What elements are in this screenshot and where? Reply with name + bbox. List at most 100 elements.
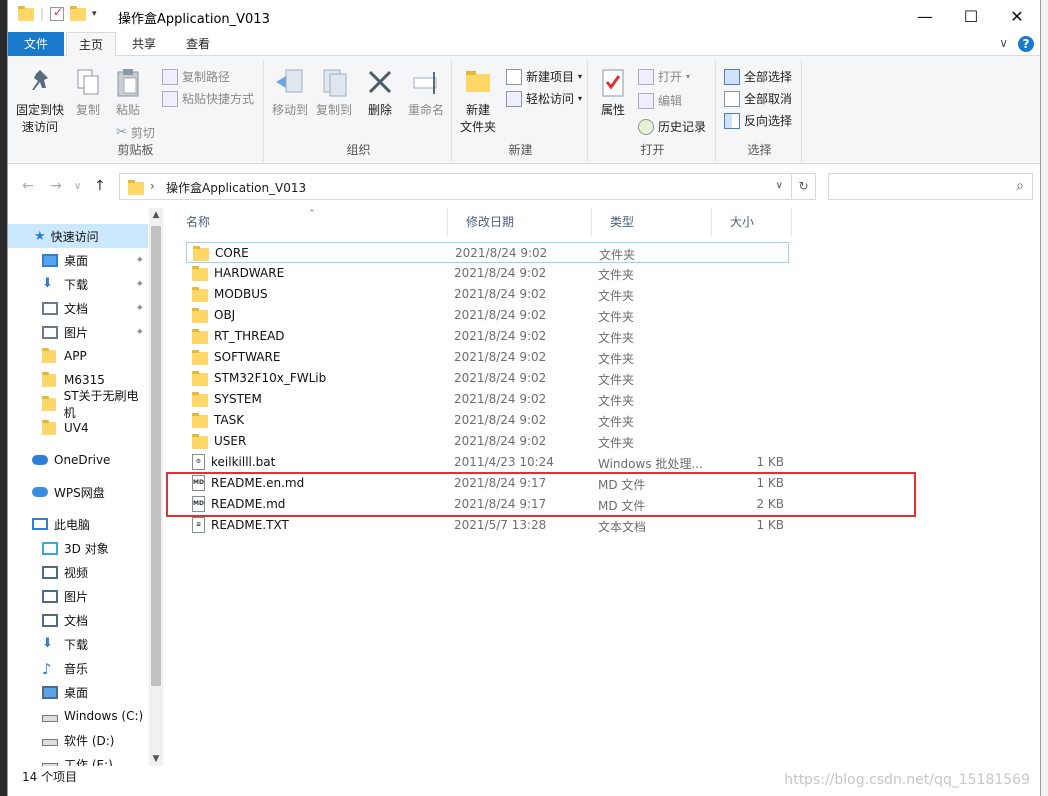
breadcrumb[interactable]: 操作盒Application_V013 — [166, 179, 306, 196]
select-all-icon — [724, 68, 740, 85]
copy-path-button[interactable]: 复制路径 — [162, 68, 230, 85]
nav-item[interactable]: UV4 — [8, 416, 148, 440]
history-button[interactable]: 历史记录 — [638, 118, 706, 135]
nav-onedrive[interactable]: OneDrive — [8, 448, 148, 472]
back-button[interactable]: ← — [22, 178, 34, 194]
file-row[interactable]: ≡ README.TXT 2021/5/7 13:28 文本文档 1 KB — [186, 515, 789, 536]
maximize-button[interactable]: ☐ — [948, 0, 994, 32]
tab-share[interactable]: 共享 — [118, 32, 170, 56]
nav-item[interactable]: 桌面 ✦ — [8, 248, 148, 272]
nav-scrollbar[interactable]: ▲ ▼ — [149, 208, 163, 766]
nav-pc-item[interactable]: 工作 (E:) — [8, 752, 148, 766]
file-row[interactable]: SYSTEM 2021/8/24 9:02 文件夹 — [186, 389, 789, 410]
pin-icon[interactable]: ✦ — [136, 327, 144, 338]
properties-check-icon[interactable]: ✓ — [50, 5, 65, 21]
folder-icon — [192, 350, 208, 365]
scroll-thumb[interactable] — [151, 226, 161, 686]
nav-item[interactable]: ST关于无刷电机 — [8, 389, 148, 420]
copy-to-label: 复制到 — [315, 103, 352, 117]
nav-label: M6315 — [64, 373, 105, 387]
nav-pc-item[interactable]: 软件 (D:) — [8, 728, 148, 752]
select-all-button[interactable]: 全部选择 — [724, 68, 792, 85]
new-item-icon — [506, 68, 522, 85]
nav-pc-item[interactable]: 文档 — [8, 608, 148, 632]
paste-shortcut-button[interactable]: 粘贴快捷方式 — [162, 90, 254, 107]
select-none-button[interactable]: 全部取消 — [724, 90, 792, 107]
tab-view[interactable]: 查看 — [172, 32, 224, 56]
pin-icon[interactable]: ✦ — [136, 303, 144, 314]
nav-wps-cloud[interactable]: WPS网盘 — [8, 480, 148, 504]
properties-button[interactable]: 属性 — [596, 66, 630, 119]
group-label-select: 选择 — [747, 143, 772, 157]
file-row[interactable]: TASK 2021/8/24 9:02 文件夹 — [186, 410, 789, 431]
nav-item[interactable]: 文档 ✦ — [8, 296, 148, 320]
nav-item[interactable]: ⬇ 下载 ✦ — [8, 272, 148, 296]
refresh-button[interactable]: ↻ — [792, 173, 816, 200]
file-row[interactable]: OBJ 2021/8/24 9:02 文件夹 — [186, 305, 789, 326]
paste-label: 粘贴 — [115, 103, 140, 117]
move-to-button[interactable]: 移动到 — [270, 66, 310, 119]
file-name-cell: USER — [192, 433, 246, 449]
search-input[interactable]: ⌕ — [828, 173, 1033, 200]
nav-this-pc[interactable]: 此电脑 — [8, 512, 148, 536]
nav-pc-item[interactable]: ⬇ 下载 — [8, 632, 148, 656]
file-row[interactable]: MODBUS 2021/8/24 9:02 文件夹 — [186, 284, 789, 305]
file-row[interactable]: STM32F10x_FWLib 2021/8/24 9:02 文件夹 — [186, 368, 789, 389]
nav-pc-item[interactable]: 3D 对象 — [8, 536, 148, 560]
pin-icon[interactable]: ✦ — [136, 279, 144, 290]
recent-locations-button[interactable]: ∨ — [74, 181, 81, 192]
file-row[interactable]: HARDWARE 2021/8/24 9:02 文件夹 — [186, 263, 789, 284]
forward-button[interactable]: → — [50, 178, 62, 194]
file-row[interactable]: SOFTWARE 2021/8/24 9:02 文件夹 — [186, 347, 789, 368]
edit-button[interactable]: 编辑 — [638, 92, 682, 109]
scroll-up-icon[interactable]: ▲ — [149, 210, 163, 220]
new-item-button[interactable]: 新建项目 ▾ — [506, 68, 582, 85]
cut-button[interactable]: ✂ 剪切 — [116, 124, 155, 141]
nav-pc-item[interactable]: Windows (C:) — [8, 704, 148, 728]
address-bar[interactable]: › 操作盒Application_V013 ∨ — [119, 173, 792, 200]
pin-quick-access-button[interactable]: 固定到快 速访问 — [12, 66, 68, 136]
delete-button[interactable]: 删除 — [362, 66, 398, 119]
column-header-size[interactable]: 大小 — [712, 208, 792, 236]
close-button[interactable]: ✕ — [994, 0, 1040, 32]
file-row[interactable]: RT_THREAD 2021/8/24 9:02 文件夹 — [186, 326, 789, 347]
nav-quick-access[interactable]: ★ 快速访问 — [8, 224, 148, 248]
minimize-button[interactable]: — — [902, 0, 948, 32]
column-header-name[interactable]: 名称 ⌃ — [168, 208, 448, 236]
tab-home[interactable]: 主页 — [66, 32, 116, 57]
paste-button[interactable]: 粘贴 — [110, 66, 146, 119]
folder-icon — [128, 180, 144, 195]
nav-pc-item[interactable]: 视频 — [8, 560, 148, 584]
file-date: 2021/8/24 9:02 — [454, 371, 547, 385]
nav-pc-item[interactable]: 图片 — [8, 584, 148, 608]
customize-qat-icon[interactable]: ▾ — [92, 9, 97, 19]
new-folder-icon[interactable] — [70, 5, 87, 21]
file-date: 2021/8/24 9:02 — [454, 434, 547, 448]
pin-icon[interactable]: ✦ — [136, 255, 144, 266]
nav-item[interactable]: APP — [8, 344, 148, 368]
easy-access-button[interactable]: 轻松访问 ▾ — [506, 90, 582, 107]
collapse-ribbon-icon[interactable]: ∨ — [999, 36, 1008, 50]
up-button[interactable]: ↑ — [94, 178, 106, 194]
address-dropdown-button[interactable]: ∨ — [776, 180, 783, 191]
column-header-type[interactable]: 类型 — [592, 208, 712, 236]
column-header-date[interactable]: 修改日期 — [448, 208, 592, 236]
rename-button[interactable]: 重命名 — [404, 66, 448, 119]
nav-pc-item[interactable]: ♪ 音乐 — [8, 656, 148, 680]
file-name-cell: MODBUS — [192, 286, 268, 302]
file-row[interactable]: USER 2021/8/24 9:02 文件夹 — [186, 431, 789, 452]
nav-item[interactable]: 图片 ✦ — [8, 320, 148, 344]
open-button[interactable]: 打开 ▾ — [638, 68, 690, 85]
tab-file[interactable]: 文件 — [8, 32, 64, 56]
file-row[interactable]: ⚙ keilkilll.bat 2011/4/23 10:24 Windows 批处理… — [186, 452, 789, 473]
copy-button[interactable]: 复制 — [70, 66, 106, 119]
file-date: 2021/8/24 9:02 — [454, 350, 547, 364]
help-icon[interactable]: ? — [1018, 36, 1034, 52]
file-name-cell: RT_THREAD — [192, 328, 285, 344]
new-folder-button[interactable]: 新建 文件夹 — [456, 66, 500, 136]
copy-to-button[interactable]: 复制到 — [314, 66, 354, 119]
scroll-down-icon[interactable]: ▼ — [149, 754, 163, 764]
file-row[interactable]: CORE 2021/8/24 9:02 文件夹 — [186, 242, 789, 263]
nav-pc-item[interactable]: 桌面 — [8, 680, 148, 704]
invert-selection-button[interactable]: 反向选择 — [724, 112, 792, 129]
